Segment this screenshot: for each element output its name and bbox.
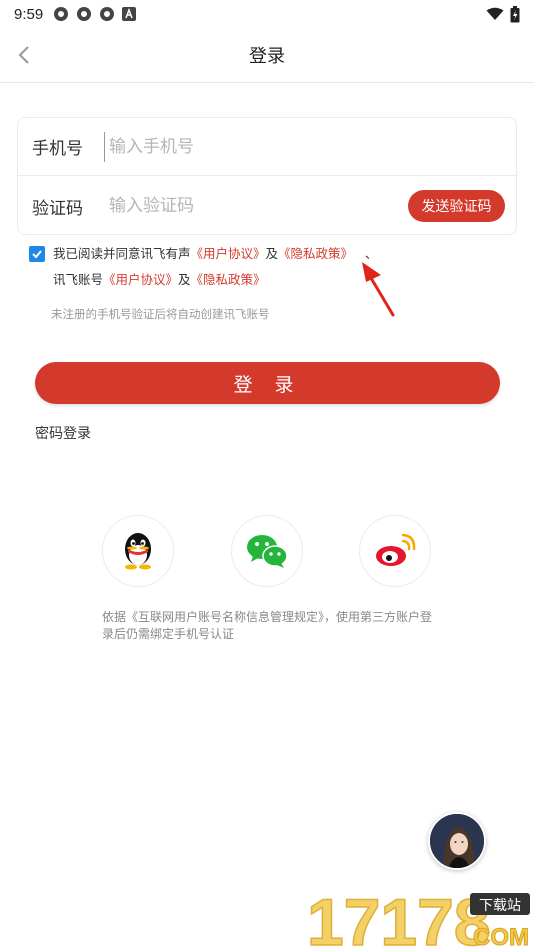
page-title: 登录 [249,46,285,67]
phone-row: 手机号 [18,118,518,176]
text-a-icon [122,7,137,21]
app-notification-icon [77,7,92,21]
and-text: 及 [265,246,279,261]
account-agreement-link[interactable]: 《用户协议》 [103,272,178,287]
code-label: 验证码 [32,198,83,219]
status-time: 9:59 [14,5,44,23]
status-bar: 9:59 [0,0,534,28]
login-button[interactable]: 登 录 [35,362,500,404]
phone-label: 手机号 [32,139,83,159]
code-row: 验证码 发送验证码 [18,177,518,235]
agree-checkbox[interactable] [29,246,45,262]
and-text: 及 [178,272,191,287]
weibo-login-button[interactable] [359,515,431,587]
checkmark-icon [32,250,42,259]
user-agreement-link[interactable]: 《用户协议》 [191,246,266,261]
agreement-line-1: 我已阅读并同意讯飞有声《用户协议》及《隐私政策》 、 [53,241,378,267]
red-arrow-annotation [362,262,395,317]
top-bar: 登录 [0,28,534,83]
agreement-text: 我已阅读并同意讯飞有声 [53,246,191,261]
weibo-icon [376,533,416,566]
app-notification-icon [100,7,115,21]
site-watermark-logo: 17178 下载站 COM [307,884,530,950]
agreement-line-2: 讯飞账号《用户协议》及《隐私政策》 [53,267,266,293]
floating-avatar[interactable] [428,812,486,870]
send-code-button[interactable]: 发送验证码 [408,190,505,222]
wechat-icon [247,535,288,568]
battery-icon [510,5,520,22]
qq-login-button[interactable] [102,515,174,587]
auto-register-note: 未注册的手机号验证后将自动创建讯飞账号 [51,307,270,321]
account-privacy-link[interactable]: 《隐私政策》 [191,272,266,287]
avatar-portrait-icon [430,814,484,868]
watermark-number: 17178 [307,885,491,950]
account-text: 讯飞账号 [53,272,104,287]
watermark-tag: 下载站 [479,898,521,914]
app-notification-icon [54,7,69,21]
code-input[interactable] [104,191,354,221]
login-form: 手机号 验证码 发送验证码 [17,117,518,235]
notification-icons [53,6,137,22]
qq-icon [125,533,151,570]
phone-input[interactable] [104,131,354,162]
wechat-login-button[interactable] [231,515,303,587]
back-button[interactable] [12,40,36,70]
wifi-icon [486,7,504,20]
privacy-policy-link[interactable]: 《隐私政策》 [278,246,353,261]
third-party-disclaimer: 依据《互联网用户账号名称信息管理规定》，使用第三方账户登录后仍需绑定手机号认证 [102,610,433,641]
chevron-left-icon [18,46,29,64]
watermark-suffix: COM [473,924,529,950]
password-login-link[interactable]: 密码登录 [35,423,91,443]
